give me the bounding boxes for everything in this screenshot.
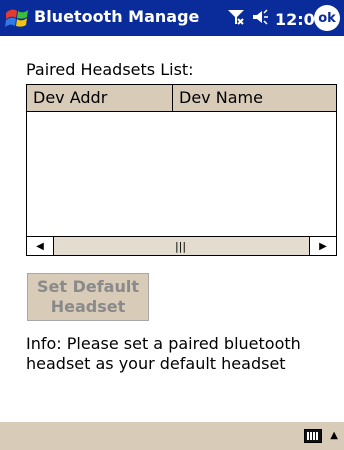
- list-header: Dev Addr Dev Name: [27, 85, 336, 112]
- app-title: Bluetooth Manage: [34, 7, 200, 26]
- keyboard-icon[interactable]: [304, 429, 322, 443]
- bottom-bar: ▲: [0, 422, 344, 450]
- paired-headsets-list[interactable]: Dev Addr Dev Name ◀ ||| ▶: [26, 84, 337, 256]
- signal-icon[interactable]: [227, 8, 245, 30]
- windows-start-icon[interactable]: [4, 5, 30, 31]
- column-header-dev-addr[interactable]: Dev Addr: [27, 85, 173, 111]
- ok-button[interactable]: ok: [314, 5, 340, 31]
- set-default-headset-button[interactable]: Set Default Headset: [27, 273, 149, 321]
- scroll-right-button[interactable]: ▶: [309, 237, 336, 255]
- paired-headsets-label: Paired Headsets List:: [26, 60, 194, 79]
- status-area: 12:04: [227, 8, 326, 30]
- column-header-dev-name[interactable]: Dev Name: [173, 85, 336, 111]
- volume-icon[interactable]: [251, 8, 269, 30]
- title-bar: Bluetooth Manage 12:04 ok: [0, 0, 344, 36]
- scroll-thumb[interactable]: |||: [55, 237, 306, 255]
- scroll-left-button[interactable]: ◀: [27, 237, 54, 255]
- horizontal-scrollbar[interactable]: ◀ ||| ▶: [27, 236, 336, 255]
- info-text: Info: Please set a paired bluetooth head…: [26, 334, 301, 373]
- input-panel-arrow-icon[interactable]: ▲: [330, 430, 338, 441]
